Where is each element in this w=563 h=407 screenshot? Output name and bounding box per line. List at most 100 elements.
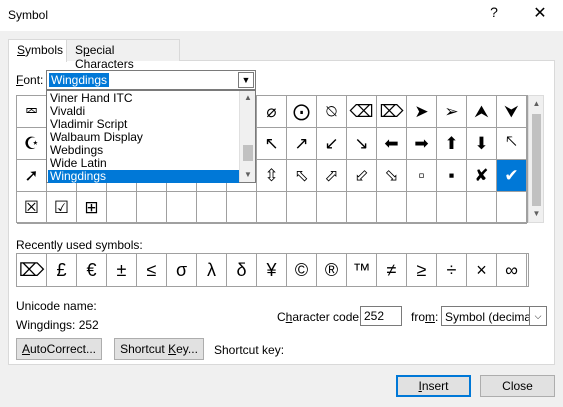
symbol-cell[interactable]: ▪ xyxy=(437,160,467,192)
symbol-cell[interactable]: ⊞ xyxy=(77,192,107,224)
symbol-cell[interactable]: ➤ xyxy=(407,96,437,128)
symbol-cell[interactable] xyxy=(377,192,407,224)
shortcut-key-button[interactable]: Shortcut Key... xyxy=(114,338,204,360)
font-option[interactable]: Wingdings xyxy=(48,170,239,183)
symbol-cell[interactable]: ↘ xyxy=(347,128,377,160)
symbol-cell[interactable]: ⍉ xyxy=(317,96,347,128)
font-dropdown-scrollbar[interactable]: ▲ ▼ xyxy=(239,91,255,182)
recent-symbol-cell[interactable]: ¥ xyxy=(257,254,287,286)
close-button[interactable]: Close xyxy=(480,375,555,397)
recent-symbol-cell[interactable]: © xyxy=(287,254,317,286)
dropdown-scroll-down-icon[interactable]: ▼ xyxy=(240,168,256,182)
recent-symbols-grid[interactable]: ⌦ £ € ± ≤ σ λ δ ¥ © ® ™ ≠ ≥ ÷ × ∞ xyxy=(16,253,529,287)
close-window-icon[interactable]: ✕ xyxy=(529,3,551,25)
symbol-cell[interactable] xyxy=(467,192,497,224)
symbol-cell[interactable]: ⬅ xyxy=(377,128,407,160)
recent-symbol-cell[interactable]: λ xyxy=(197,254,227,286)
symbol-cell[interactable]: ⬁ xyxy=(287,160,317,192)
symbol-cell[interactable]: ☒ xyxy=(17,192,47,224)
help-icon[interactable]: ? xyxy=(484,4,504,26)
recent-symbol-cell[interactable]: ∞ xyxy=(497,254,527,286)
symbol-cell[interactable] xyxy=(497,192,527,224)
symbol-cell[interactable]: ⬇ xyxy=(467,128,497,160)
scroll-up-icon[interactable]: ▲ xyxy=(529,96,544,112)
symbol-cell[interactable]: ↙ xyxy=(317,128,347,160)
chevron-down-icon[interactable]: ▼ xyxy=(238,72,254,88)
font-combobox-value[interactable]: Wingdings xyxy=(49,73,110,87)
autocorrect-button[interactable]: AutoCorrect... xyxy=(16,338,102,360)
symbol-cell[interactable]: ⨀ xyxy=(287,96,317,128)
symbol-cell[interactable] xyxy=(227,192,257,224)
symbol-cell[interactable]: ⌦ xyxy=(377,96,407,128)
dropdown-scroll-thumb[interactable] xyxy=(243,145,253,161)
symbol-cell[interactable]: ↗ xyxy=(287,128,317,160)
symbol-cell[interactable]: ▫ xyxy=(407,160,437,192)
symbol-cell[interactable]: ✘ xyxy=(467,160,497,192)
symbol-grid-scrollbar[interactable]: ▲ ▼ xyxy=(528,95,544,223)
font-label: Font: xyxy=(16,73,43,87)
recent-symbol-cell[interactable]: ® xyxy=(317,254,347,286)
from-label-rest: : xyxy=(435,310,439,324)
from-label: from: xyxy=(411,310,438,324)
symbol-cell[interactable]: ⮹ xyxy=(17,96,47,128)
symbol-cell[interactable]: ➡ xyxy=(407,128,437,160)
symbol-cell[interactable]: ⇳ xyxy=(257,160,287,192)
title-bar: Symbol ? ✕ xyxy=(0,0,563,31)
recent-symbol-cell[interactable]: ≥ xyxy=(407,254,437,286)
symbol-cell[interactable] xyxy=(257,192,287,224)
symbol-cell[interactable] xyxy=(167,192,197,224)
recent-symbol-cell[interactable]: ≤ xyxy=(137,254,167,286)
recent-symbol-cell[interactable]: × xyxy=(467,254,497,286)
recent-symbol-cell[interactable]: £ xyxy=(47,254,77,286)
dropdown-scroll-up-icon[interactable]: ▲ xyxy=(240,91,256,105)
symbol-cell[interactable]: ⬆ xyxy=(437,128,467,160)
shortcut-key-mnemonic: K xyxy=(168,342,177,356)
symbol-cell[interactable]: ⌀ xyxy=(257,96,287,128)
symbol-cell[interactable] xyxy=(107,192,137,224)
unicode-name-value: Wingdings: 252 xyxy=(16,318,99,332)
symbol-cell[interactable] xyxy=(407,192,437,224)
recent-symbol-cell[interactable]: ÷ xyxy=(437,254,467,286)
symbol-cell[interactable]: ⬀ xyxy=(317,160,347,192)
font-dropdown-list[interactable]: ▲ ▼ Viner Hand ITC Vivaldi Vladimir Script… xyxy=(46,90,256,183)
symbol-cell[interactable]: ☪ xyxy=(17,128,47,160)
shortcut-key-label: Shortcut key: xyxy=(214,343,285,357)
font-label-text: ont: xyxy=(23,73,44,87)
tab-special-mnemonic: p xyxy=(83,43,90,57)
tab-symbols[interactable]: Symbols xyxy=(8,39,67,62)
recent-symbol-cell[interactable]: σ xyxy=(167,254,197,286)
symbol-cell[interactable]: ➚ xyxy=(17,160,47,192)
character-code-input[interactable]: 252 xyxy=(360,306,402,326)
symbol-cell[interactable]: ➢ xyxy=(437,96,467,128)
recent-symbol-cell[interactable]: ⌦ xyxy=(17,254,47,286)
symbol-cell[interactable] xyxy=(347,192,377,224)
recent-symbol-cell[interactable]: ™ xyxy=(347,254,377,286)
symbol-cell[interactable]: ☑ xyxy=(47,192,77,224)
symbol-cell[interactable]: ↖ xyxy=(257,128,287,160)
symbol-cell[interactable]: ✔ xyxy=(497,160,527,192)
symbol-cell[interactable] xyxy=(137,192,167,224)
unicode-name-label: Unicode name: xyxy=(16,299,97,313)
symbol-cell[interactable]: ⮟ xyxy=(497,96,527,128)
recent-symbol-cell[interactable]: δ xyxy=(227,254,257,286)
scroll-down-icon[interactable]: ▼ xyxy=(529,206,544,222)
symbol-cell[interactable]: ⬂ xyxy=(377,160,407,192)
recent-symbol-cell[interactable]: ≠ xyxy=(377,254,407,286)
tab-symbols-mnemonic: S xyxy=(17,43,26,57)
scroll-thumb[interactable] xyxy=(532,114,541,206)
symbol-cell[interactable] xyxy=(317,192,347,224)
insert-button[interactable]: Insert xyxy=(396,375,471,397)
from-chevron-down-icon[interactable]: ⌵ xyxy=(529,307,546,325)
symbol-cell[interactable]: 🡔 xyxy=(497,128,527,160)
symbol-cell[interactable]: ⬃ xyxy=(347,160,377,192)
from-select[interactable]: Symbol (decimal) ⌵ xyxy=(441,306,547,326)
symbol-cell[interactable]: ⮝ xyxy=(467,96,497,128)
symbol-cell[interactable] xyxy=(197,192,227,224)
symbol-cell[interactable] xyxy=(287,192,317,224)
symbol-cell[interactable]: ⌫ xyxy=(347,96,377,128)
recent-symbol-cell[interactable]: € xyxy=(77,254,107,286)
tab-special-characters[interactable]: Special Characters xyxy=(66,39,180,71)
recent-symbol-cell[interactable]: ± xyxy=(107,254,137,286)
symbol-cell[interactable] xyxy=(437,192,467,224)
font-combobox[interactable]: Wingdings ▼ xyxy=(46,70,256,90)
